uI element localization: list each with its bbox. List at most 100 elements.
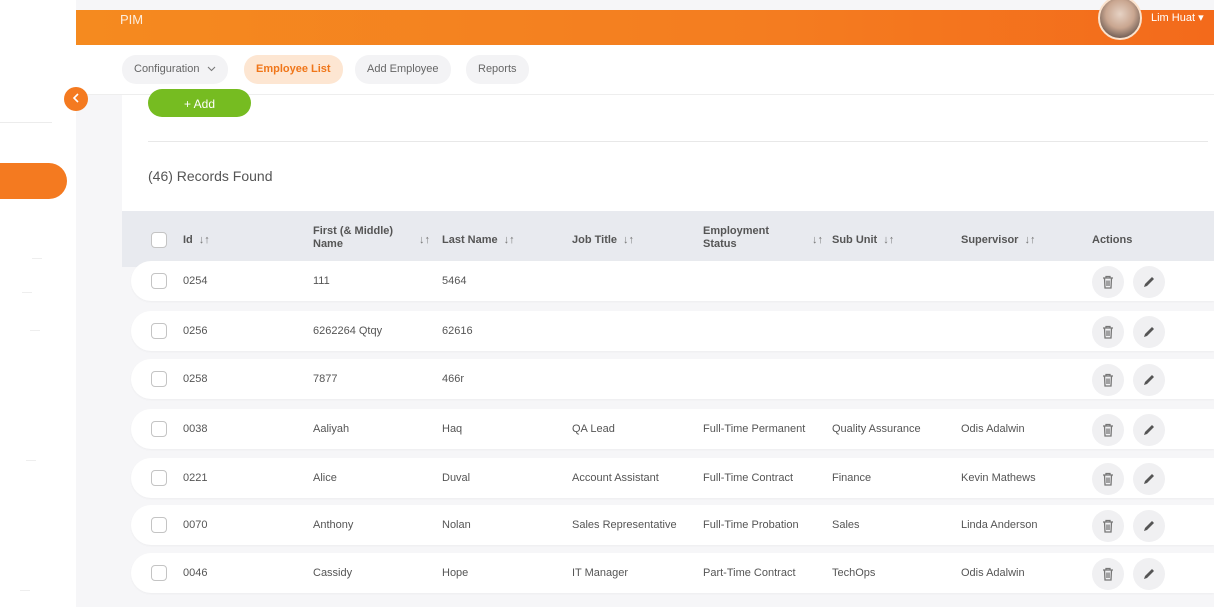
cell-employment-status: Part-Time Contract — [703, 567, 796, 579]
delete-button[interactable] — [1092, 414, 1124, 446]
sidebar-item[interactable] — [22, 292, 32, 293]
cell-last-name: Hope — [442, 567, 469, 579]
edit-button[interactable] — [1133, 316, 1165, 348]
table-row[interactable]: 0046 Cassidy Hope IT Manager Part-Time C… — [131, 553, 1214, 593]
cell-id: 0046 — [183, 567, 208, 579]
cell-last-name: Haq — [442, 423, 463, 435]
list-panel: + Add (46) Records Found — [122, 89, 1214, 211]
cell-job-title: Sales Representative — [572, 519, 677, 531]
cell-job-title: Account Assistant — [572, 472, 659, 484]
table-row[interactable]: 0038 Aaliyah Haq QA Lead Full-Time Perma… — [131, 409, 1214, 449]
sort-arrows-icon[interactable]: ↓↑ — [504, 234, 515, 246]
cell-job-title: IT Manager — [572, 567, 629, 579]
column-header-last-name[interactable]: Last Name ↓↑ — [442, 234, 515, 247]
header-label: First (& Middle) — [313, 225, 394, 237]
row-checkbox[interactable] — [151, 421, 167, 437]
cell-id: 0256 — [183, 325, 208, 337]
sidebar-item-active[interactable] — [0, 163, 67, 199]
delete-button[interactable] — [1092, 316, 1124, 348]
pencil-icon — [1144, 521, 1154, 531]
row-checkbox[interactable] — [151, 371, 167, 387]
edit-button[interactable] — [1133, 414, 1165, 446]
table-row[interactable]: 0221 Alice Duval Account Assistant Full-… — [131, 458, 1214, 498]
trash-icon — [1103, 567, 1113, 581]
select-all-checkbox[interactable] — [151, 232, 167, 248]
sort-arrows-icon[interactable]: ↓↑ — [623, 234, 634, 246]
cell-last-name: 466r — [442, 373, 465, 385]
sidebar-item[interactable] — [32, 258, 42, 259]
header-label: Name — [313, 238, 343, 250]
cell-last-name: 62616 — [442, 325, 473, 337]
records-count: (46) Records Found — [148, 168, 273, 184]
cell-id: 0038 — [183, 423, 208, 435]
row-checkbox[interactable] — [151, 273, 167, 289]
cell-employment-status: Full-Time Probation — [703, 519, 799, 531]
column-header-employment-status[interactable]: Employment Status — [703, 225, 769, 251]
sort-arrows-icon[interactable]: ↓↑ — [199, 234, 210, 246]
cell-last-name: 5464 — [442, 275, 467, 287]
edit-button[interactable] — [1133, 558, 1165, 590]
table-header: Id ↓↑ First (& Middle) Name ↓↑ Last Name ↓… — [122, 211, 1214, 267]
column-header-sub-unit[interactable]: Sub Unit ↓↑ — [832, 234, 894, 247]
trash-icon — [1103, 325, 1113, 339]
sidebar — [0, 0, 76, 607]
row-checkbox[interactable] — [151, 470, 167, 486]
cell-employment-status: Full-Time Contract — [703, 472, 794, 484]
sort-arrows-icon[interactable]: ↓↑ — [883, 234, 894, 246]
trash-icon — [1103, 275, 1113, 289]
header-label: Status — [703, 238, 737, 250]
sidebar-item[interactable] — [20, 590, 30, 591]
delete-button[interactable] — [1092, 558, 1124, 590]
sidebar-item[interactable] — [26, 460, 36, 461]
tab-employee-list[interactable]: Employee List — [244, 55, 343, 84]
cell-id: 0258 — [183, 373, 208, 385]
column-header-first-name[interactable]: First (& Middle) Name — [313, 225, 393, 251]
tab-add-employee[interactable]: Add Employee — [355, 55, 451, 84]
cell-id: 0254 — [183, 275, 208, 287]
column-header-id[interactable]: Id ↓↑ — [183, 234, 210, 247]
table-row[interactable]: 0256 6262264 Qtqy 62616 — [131, 311, 1214, 351]
cell-supervisor: Kevin Mathews — [961, 472, 1036, 484]
delete-button[interactable] — [1092, 510, 1124, 542]
sidebar-collapse-button[interactable] — [64, 87, 88, 111]
sort-arrows-icon[interactable]: ↓↑ — [419, 234, 430, 247]
delete-button[interactable] — [1092, 364, 1124, 396]
avatar[interactable] — [1098, 0, 1142, 40]
cell-supervisor: Odis Adalwin — [961, 423, 1025, 435]
column-header-supervisor[interactable]: Supervisor ↓↑ — [961, 234, 1035, 247]
cell-first-name: Aaliyah — [313, 423, 350, 435]
cell-sub-unit: TechOps — [832, 567, 876, 579]
chevron-down-icon — [207, 66, 215, 72]
tab-reports[interactable]: Reports — [466, 55, 529, 84]
edit-button[interactable] — [1133, 364, 1165, 396]
trash-icon — [1103, 519, 1113, 533]
header-label: Supervisor — [961, 234, 1019, 246]
tab-configuration[interactable]: Configuration — [122, 55, 228, 84]
row-checkbox[interactable] — [151, 323, 167, 339]
cell-sub-unit: Finance — [832, 472, 872, 484]
sort-arrows-icon[interactable]: ↓↑ — [1024, 234, 1035, 246]
cell-first-name: Cassidy — [313, 567, 353, 579]
column-header-job-title[interactable]: Job Title ↓↑ — [572, 234, 634, 247]
row-checkbox[interactable] — [151, 565, 167, 581]
row-checkbox[interactable] — [151, 517, 167, 533]
edit-button[interactable] — [1133, 510, 1165, 542]
table-row[interactable]: 0254 111 5464 — [131, 261, 1214, 301]
user-menu[interactable]: Lim Huat ▾ — [1151, 11, 1204, 24]
delete-button[interactable] — [1092, 463, 1124, 495]
sidebar-divider — [0, 122, 52, 123]
cell-employment-status: Full-Time Permanent — [703, 423, 806, 435]
pencil-icon — [1144, 569, 1154, 579]
pencil-icon — [1144, 474, 1154, 484]
cell-supervisor: Linda Anderson — [961, 519, 1038, 531]
table-row[interactable]: 0258 7877 466r — [131, 359, 1214, 399]
delete-button[interactable] — [1092, 266, 1124, 298]
edit-button[interactable] — [1133, 463, 1165, 495]
edit-button[interactable] — [1133, 266, 1165, 298]
cell-id: 0070 — [183, 519, 208, 531]
user-name: Lim Huat — [1151, 12, 1196, 24]
table-row[interactable]: 0070 Anthony Nolan Sales Representative … — [131, 505, 1214, 545]
add-button[interactable]: + Add — [148, 89, 251, 117]
sort-arrows-icon[interactable]: ↓↑ — [812, 234, 823, 247]
sidebar-item[interactable] — [30, 330, 40, 331]
